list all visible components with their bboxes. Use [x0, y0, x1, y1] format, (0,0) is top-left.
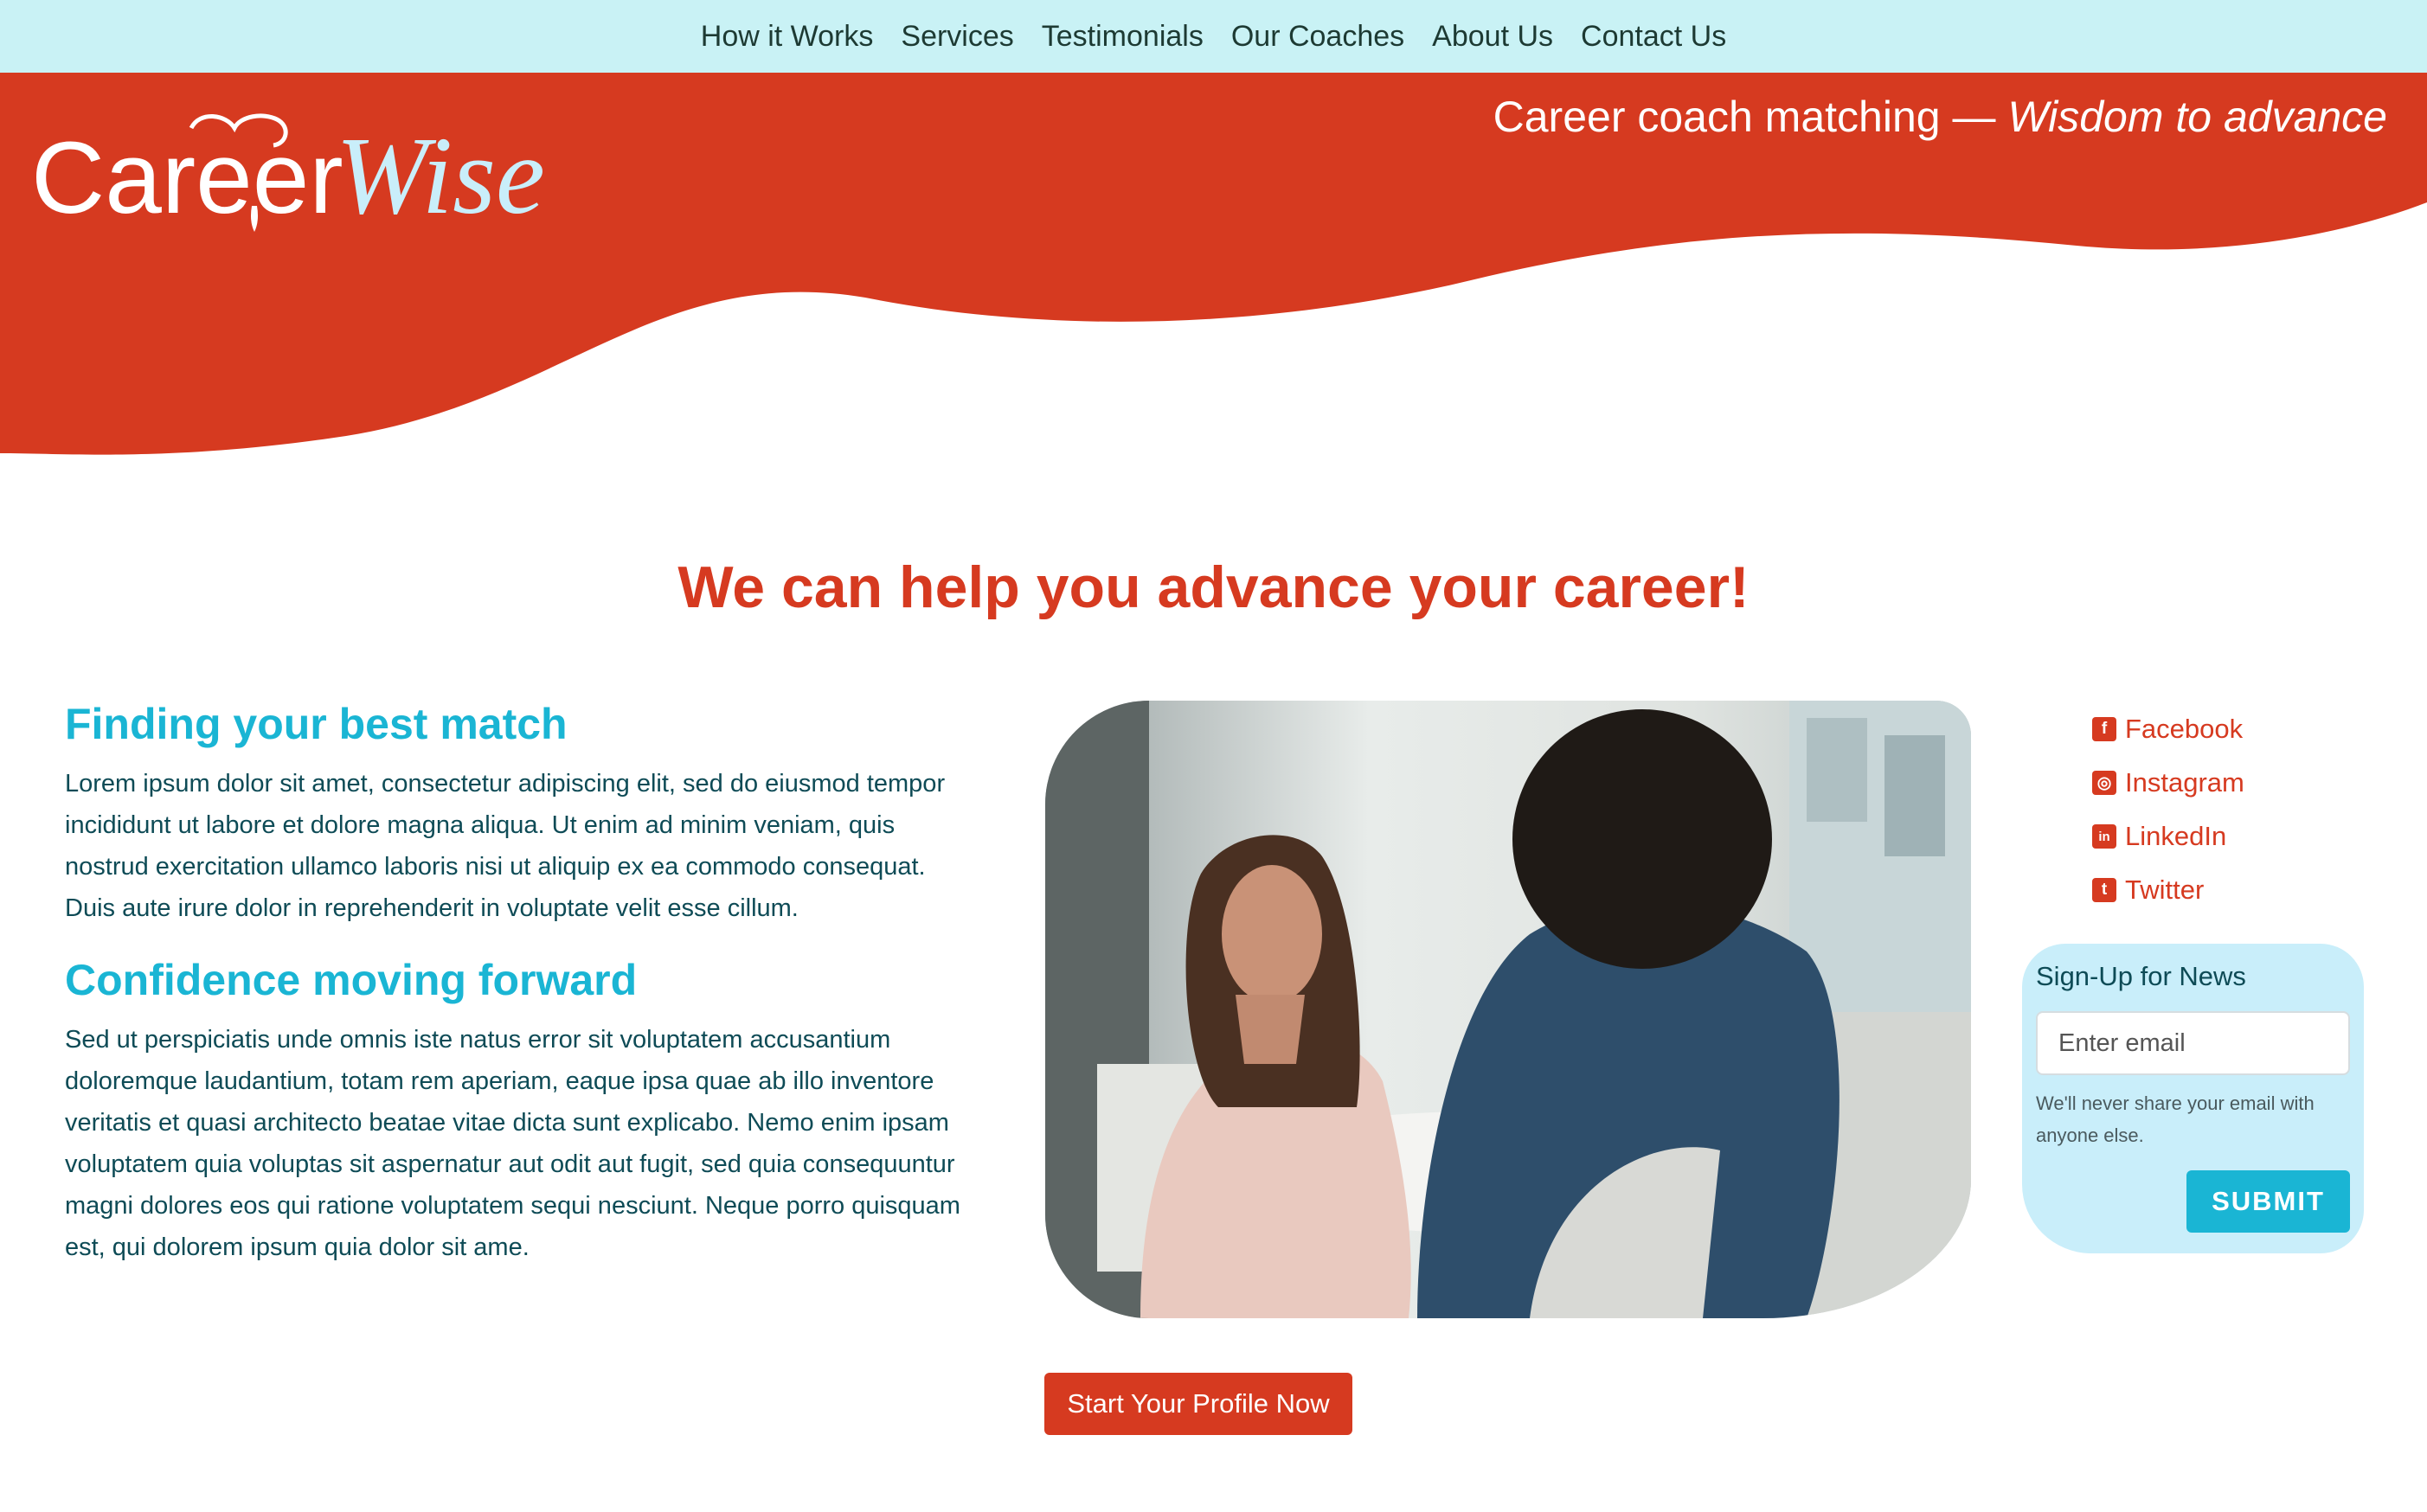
- hero-tagline: Career coach matching — Wisdom to advanc…: [1493, 92, 2387, 142]
- social-label-linkedin: LinkedIn: [2125, 821, 2227, 851]
- coaching-photo: [1045, 701, 1971, 1318]
- photo-illustration: [1045, 701, 1971, 1318]
- signup-title: Sign-Up for News: [2036, 961, 2246, 991]
- email-input[interactable]: [2036, 1011, 2350, 1075]
- section-title-best-match: Finding your best match: [65, 700, 568, 748]
- linkedin-icon: in: [2092, 824, 2116, 849]
- logo-text-wise: Wise: [336, 114, 545, 237]
- careerwise-logo[interactable]: Career Wise: [31, 102, 585, 249]
- instagram-icon: ◎: [2092, 771, 2116, 795]
- nav-how-it-works[interactable]: How it Works: [701, 20, 874, 54]
- start-profile-button[interactable]: Start Your Profile Now: [1044, 1373, 1352, 1435]
- tagline-plain: Career coach matching —: [1493, 93, 2008, 141]
- section-body-confidence: Sed ut perspiciatis unde omnis iste natu…: [65, 1026, 960, 1261]
- submit-button[interactable]: SUBMIT: [2186, 1170, 2350, 1233]
- section-title-confidence: Confidence moving forward: [65, 956, 638, 1004]
- section-body-best-match: Lorem ipsum dolor sit amet, consectetur …: [65, 770, 946, 922]
- social-label-instagram: Instagram: [2125, 767, 2244, 798]
- nav-about-us[interactable]: About Us: [1432, 20, 1553, 54]
- content-column: Finding your best match Lorem ipsum dolo…: [65, 699, 982, 1294]
- logo-graphic: Career Wise: [31, 113, 545, 237]
- social-link-instagram[interactable]: ◎ Instagram: [2092, 756, 2244, 810]
- tagline-italic: Wisdom to advance: [2007, 93, 2387, 141]
- signup-privacy-note: We'll never share your email with anyone…: [2036, 1092, 2315, 1146]
- social-link-twitter[interactable]: t Twitter: [2092, 863, 2244, 917]
- nav-our-coaches[interactable]: Our Coaches: [1231, 20, 1404, 54]
- social-link-facebook[interactable]: f Facebook: [2092, 702, 2244, 756]
- social-label-twitter: Twitter: [2125, 875, 2205, 905]
- logo-text-career: Career: [31, 121, 344, 235]
- social-label-facebook: Facebook: [2125, 714, 2244, 744]
- twitter-icon: t: [2092, 878, 2116, 902]
- nav-services[interactable]: Services: [901, 20, 1013, 54]
- social-links: f Facebook ◎ Instagram in LinkedIn t Twi…: [2092, 702, 2244, 917]
- newsletter-signup-form: Sign-Up for News We'll never share your …: [2022, 944, 2364, 1253]
- top-nav: How it Works Services Testimonials Our C…: [0, 0, 2427, 73]
- nav-contact-us[interactable]: Contact Us: [1581, 20, 1726, 54]
- page-headline: We can help you advance your career!: [677, 554, 1750, 620]
- nav-testimonials[interactable]: Testimonials: [1042, 20, 1204, 54]
- facebook-icon: f: [2092, 717, 2116, 741]
- social-link-linkedin[interactable]: in LinkedIn: [2092, 810, 2244, 863]
